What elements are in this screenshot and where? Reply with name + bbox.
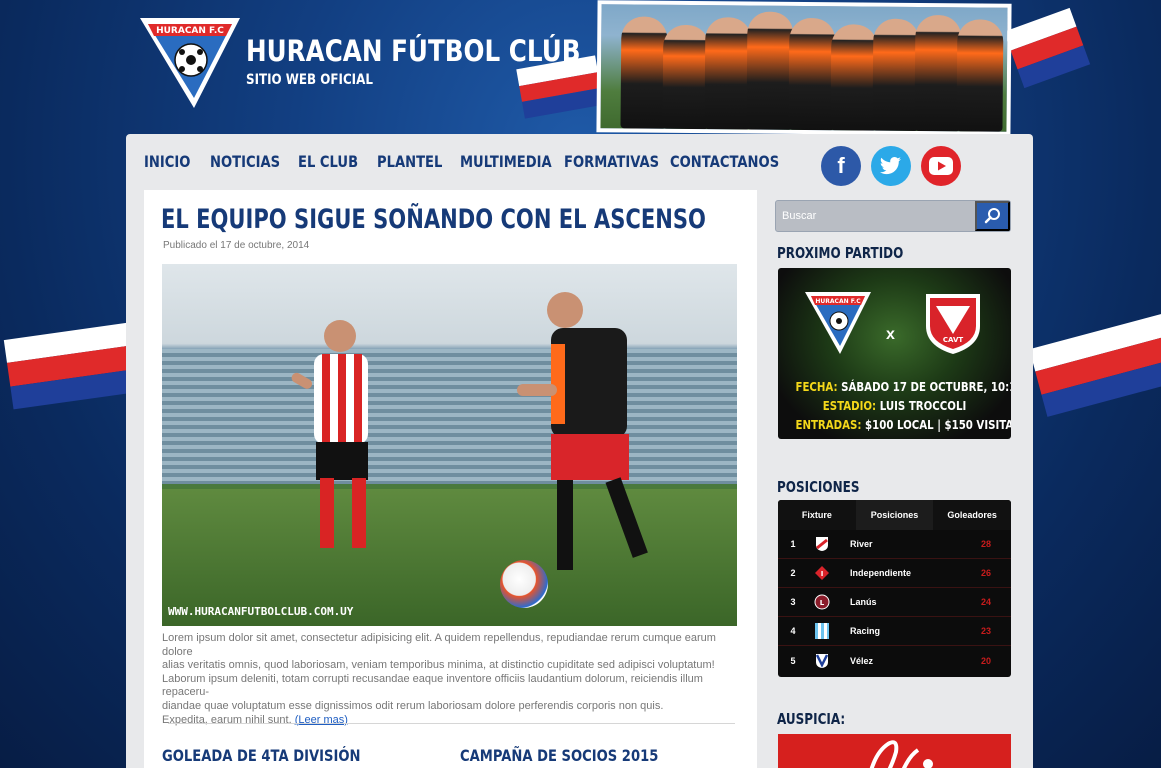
nav-inicio[interactable]: INICIO [144,152,198,171]
soccer-ball [500,560,548,608]
row-team: River [850,539,873,549]
search-bar [775,200,1011,232]
table-row[interactable]: 2 I Independiente 26 [778,559,1011,588]
article-text-line: Expedita, earum nihil sunt. (Leer mas) [162,714,737,728]
article-text-line: Lorem ipsum dolor sit amet, consectetur … [162,632,716,658]
teaser-title-campana[interactable]: CAMPAÑA DE SOCIOS 2015 [460,746,658,765]
search-input[interactable] [776,201,971,231]
row-points: 26 [981,568,992,578]
sponsor-logo [869,740,933,768]
article-text-line: alias veritatis omnis, quod laboriosam, … [162,659,715,672]
row-points: 24 [981,597,992,607]
row-points: 20 [981,655,992,666]
main-nav: INICIO NOTICIAS EL CLUB PLANTEL MULTIMED… [144,152,780,171]
table-row[interactable]: 4 Racing 23 [778,617,1011,646]
nav-contactanos[interactable]: CONTACTANOS [670,152,779,171]
row-position: 2 [790,568,796,578]
velez-crest-icon [808,653,836,669]
nav-noticias[interactable]: NOTICIAS [210,152,282,171]
logo-text: HURACAN F.C [156,26,224,36]
player-figure [291,320,368,548]
svg-text:CAVT: CAVT [943,336,963,344]
lanus-crest-icon: L [808,594,836,610]
sponsor-banner[interactable] [778,734,1011,768]
table-row[interactable]: 5 Vélez 20 [778,646,1011,675]
flag-decoration-right [1029,313,1161,417]
row-position: 5 [790,655,796,666]
article-excerpt: Lorem ipsum dolor sit amet, consectetur … [162,632,737,727]
table-row[interactable]: 1 River 28 [778,530,1011,559]
site-title: HURACAN FÚTBOL CLÚB [246,34,581,68]
match-tickets-label: ENTRADAS: [795,418,862,432]
row-position: 1 [790,539,796,549]
facebook-icon[interactable]: f [821,146,861,186]
match-date-label: FECHA: [795,380,838,394]
standings-heading: POSICIONES [777,478,860,496]
flag-decoration-top-right [1003,7,1091,89]
next-match-card[interactable]: HURACAN F.C x CAVT FECHA: SÁBADO 17 DE O… [778,268,1011,439]
photo-watermark: WWW.HURACANFUTBOLCLUB.COM.UY [168,605,354,618]
row-position: 3 [790,597,796,607]
search-icon [984,208,1000,224]
article-text-line: diandae quae voluptatum esse dignissimos… [162,699,664,712]
match-tickets: ENTRADAS: $100 LOCAL | $150 VISITANTE [795,418,1011,432]
article-divider [168,723,735,724]
youtube-icon[interactable] [921,146,961,186]
player-figure [517,292,648,570]
row-position: 4 [790,626,796,636]
home-team-crest: HURACAN F.C [805,292,871,354]
river-crest-icon [808,536,836,552]
svg-text:HURACAN F.C: HURACAN F.C [815,298,861,305]
versus-label: x [886,326,895,343]
article-text-line: Laborum ipsum deleniti, totam corrupti r… [162,672,703,699]
svg-text:L: L [820,599,825,607]
article-card: EL EQUIPO SIGUE SOÑANDO CON EL ASCENSO P… [144,190,757,768]
nav-plantel[interactable]: PLANTEL [377,152,445,171]
row-team: Independiente [850,568,912,578]
next-match-heading: PROXIMO PARTIDO [777,244,904,262]
match-date: FECHA: SÁBADO 17 DE OCTUBRE, 10:15 HRS [795,380,1011,394]
row-team: Vélez [850,655,874,666]
match-stadium-value: LUIS TROCCOLI [879,399,967,413]
away-team-crest: CAVT [926,294,980,354]
table-row[interactable]: 3 L Lanús 24 [778,588,1011,617]
tab-fixture[interactable]: Fixture [778,500,856,530]
svg-text:I: I [821,570,824,578]
nav-formativas[interactable]: FORMATIVAS [564,152,659,171]
row-team: Lanús [850,597,877,607]
site-subtitle: SITIO WEB OFICIAL [246,72,373,88]
standings-table: Fixture Posiciones Goleadores 1 River 28… [778,500,1011,677]
match-stadium: ESTADIO: LUIS TROCCOLI [795,399,993,413]
main-panel: INICIO NOTICIAS EL CLUB PLANTEL MULTIMED… [126,134,1033,768]
row-points: 28 [981,539,992,549]
team-photo [596,0,1012,136]
article-photo[interactable]: WWW.HURACANFUTBOLCLUB.COM.UY [162,264,737,626]
article-date: Publicado el 17 de octubre, 2014 [163,240,310,251]
row-points: 23 [981,626,992,636]
match-date-value: SÁBADO 17 DE OCTUBRE, 10:15 HRS [841,380,1011,394]
nav-multimedia[interactable]: MULTIMEDIA [460,152,552,171]
nav-el-club[interactable]: EL CLUB [298,152,363,171]
twitter-icon[interactable] [871,146,911,186]
match-stadium-label: ESTADIO: [822,399,877,413]
sponsor-heading: AUSPICIA: [777,710,846,728]
article-title[interactable]: EL EQUIPO SIGUE SOÑANDO CON EL ASCENSO [161,204,706,235]
club-logo[interactable]: HURACAN F.C [138,14,242,110]
independiente-crest-icon: I [808,565,836,581]
racing-crest-icon [808,623,836,639]
match-tickets-value: $100 LOCAL | $150 VISITANTE [865,418,1011,432]
standings-tabs: Fixture Posiciones Goleadores [778,500,1011,530]
tab-posiciones[interactable]: Posiciones [855,500,934,530]
row-team: Racing [850,626,881,636]
tab-goleadores[interactable]: Goleadores [933,500,1011,530]
search-button[interactable] [975,201,1010,231]
teaser-title-goleada[interactable]: GOLEADA DE 4TA DIVISIÓN [162,746,360,765]
